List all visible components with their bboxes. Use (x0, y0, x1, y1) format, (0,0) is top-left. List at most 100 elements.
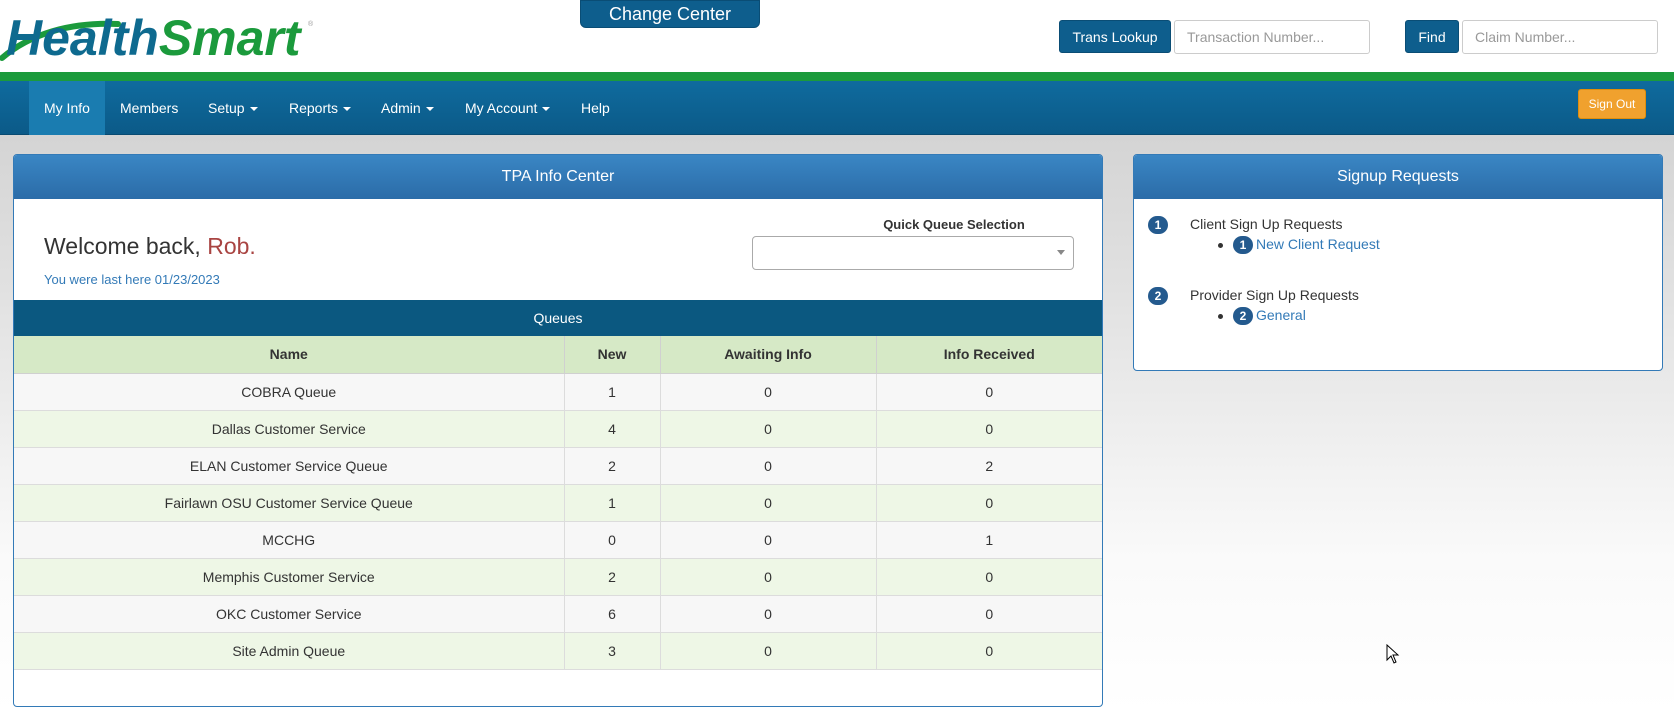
queue-awaiting-count: 0 (659, 594, 877, 633)
list-item[interactable]: 1 New Client Request (1218, 236, 1380, 254)
queue-name: Memphis Customer Service (14, 557, 565, 596)
count-badge: 2 (1233, 307, 1253, 325)
find-button[interactable]: Find (1405, 20, 1459, 53)
table-row[interactable]: MCCHG 0 0 1 (14, 520, 1102, 559)
bullet-icon (1218, 242, 1223, 248)
queue-awaiting-count: 0 (659, 372, 877, 411)
trans-lookup-button[interactable]: Trans Lookup (1059, 20, 1171, 53)
queues-table: Name New Awaiting Info Info Received COB… (14, 336, 1102, 670)
queue-awaiting-count: 0 (659, 409, 877, 448)
queue-name: OKC Customer Service (14, 594, 565, 633)
dropdown-arrow-icon (1057, 250, 1065, 255)
count-badge: 1 (1148, 216, 1168, 234)
table-row[interactable]: Memphis Customer Service 2 0 0 (14, 557, 1102, 596)
chevron-down-icon (343, 107, 352, 112)
queue-name: Site Admin Queue (14, 631, 565, 670)
queue-new-count: 4 (563, 409, 661, 448)
quick-queue-label: Quick Queue Selection (883, 217, 1025, 232)
table-row[interactable]: COBRA Queue 1 0 0 (14, 372, 1102, 411)
queue-name: ELAN Customer Service Queue (14, 446, 565, 485)
table-row[interactable]: Fairlawn OSU Customer Service Queue 1 0 … (14, 483, 1102, 522)
queue-awaiting-count: 0 (659, 483, 877, 522)
count-badge: 2 (1148, 287, 1168, 305)
brand-stripe (0, 72, 1674, 81)
last-visit-text: You were last here 01/23/2023 (44, 272, 220, 287)
nav-setup-label: Setup (208, 100, 245, 116)
queue-received-count: 1 (875, 520, 1102, 559)
svg-text:®: ® (308, 20, 314, 28)
queue-awaiting-count: 0 (659, 631, 877, 670)
group-label: Client Sign Up Requests (1190, 216, 1343, 232)
bullet-icon (1218, 313, 1223, 319)
column-header-info-received: Info Received (875, 336, 1102, 374)
queue-received-count: 0 (875, 631, 1102, 670)
nav-members-label: Members (120, 100, 179, 116)
queue-awaiting-count: 0 (659, 520, 877, 559)
transaction-number-input[interactable] (1174, 20, 1370, 54)
column-header-new: New (563, 336, 661, 374)
queue-new-count: 6 (563, 594, 661, 633)
list-item[interactable]: 2 General (1218, 307, 1306, 325)
table-row[interactable]: Site Admin Queue 3 0 0 (14, 631, 1102, 670)
signup-requests-panel: Signup Requests 1 Client Sign Up Request… (1133, 154, 1663, 371)
nav-admin[interactable]: Admin (366, 81, 449, 135)
nav-my-info[interactable]: My Info (29, 81, 105, 135)
sign-out-button[interactable]: Sign Out (1578, 89, 1646, 119)
queue-awaiting-count: 0 (659, 446, 877, 485)
user-name: Rob. (207, 233, 256, 259)
queue-awaiting-count: 0 (659, 557, 877, 596)
queue-name: MCCHG (14, 520, 565, 559)
panel-title: Signup Requests (1134, 155, 1662, 199)
client-signup-group: 1 Client Sign Up Requests 1 New Client Re… (1148, 216, 1380, 254)
queue-received-count: 0 (875, 557, 1102, 596)
svg-text:HealthSmart: HealthSmart (6, 10, 303, 64)
provider-signup-group: 2 Provider Sign Up Requests 2 General (1148, 287, 1359, 325)
nav-my-account-label: My Account (465, 100, 538, 116)
panel-title: TPA Info Center (14, 155, 1102, 199)
queue-name: COBRA Queue (14, 372, 565, 411)
claim-number-input[interactable] (1462, 20, 1658, 54)
nav-my-account[interactable]: My Account (450, 81, 565, 135)
group-label: Provider Sign Up Requests (1190, 287, 1359, 303)
queue-new-count: 3 (563, 631, 661, 670)
table-row[interactable]: Dallas Customer Service 4 0 0 (14, 409, 1102, 448)
chevron-down-icon (249, 107, 258, 112)
nav-reports-label: Reports (289, 100, 339, 116)
welcome-prefix: Welcome back, (44, 233, 201, 259)
welcome-message: Welcome back, Rob. (44, 233, 256, 260)
column-header-name: Name (14, 336, 565, 374)
nav-my-info-label: My Info (44, 100, 90, 116)
queue-new-count: 1 (563, 483, 661, 522)
change-center-button[interactable]: Change Center (580, 0, 760, 28)
nav-help[interactable]: Help (566, 81, 625, 135)
queue-received-count: 0 (875, 372, 1102, 411)
nav-setup[interactable]: Setup (193, 81, 273, 135)
queue-received-count: 0 (875, 594, 1102, 633)
queue-new-count: 1 (563, 372, 661, 411)
quick-queue-select[interactable] (752, 236, 1074, 270)
queue-name: Fairlawn OSU Customer Service Queue (14, 483, 565, 522)
queue-received-count: 0 (875, 483, 1102, 522)
table-row[interactable]: ELAN Customer Service Queue 2 0 2 (14, 446, 1102, 485)
main-navbar: My Info Members Setup Reports Admin My A… (0, 81, 1674, 135)
chevron-down-icon (542, 107, 551, 112)
nav-reports[interactable]: Reports (274, 81, 366, 135)
column-header-awaiting-info: Awaiting Info (659, 336, 877, 374)
queue-name: Dallas Customer Service (14, 409, 565, 448)
table-header-row: Name New Awaiting Info Info Received (14, 336, 1102, 374)
queue-new-count: 2 (563, 446, 661, 485)
new-client-request-link[interactable]: New Client Request (1256, 236, 1380, 252)
mouse-cursor-icon (1386, 644, 1400, 664)
queue-new-count: 2 (563, 557, 661, 596)
queue-received-count: 2 (875, 446, 1102, 485)
healthsmart-logo[interactable]: HealthSmart ® (0, 8, 320, 64)
chevron-down-icon (425, 107, 434, 112)
queues-header: Queues (14, 300, 1102, 336)
count-badge: 1 (1233, 236, 1253, 254)
nav-members[interactable]: Members (105, 81, 193, 135)
top-header: HealthSmart ® Change Center Trans Lookup… (0, 0, 1674, 72)
general-link[interactable]: General (1256, 307, 1306, 323)
table-row[interactable]: OKC Customer Service 6 0 0 (14, 594, 1102, 633)
tpa-info-center-panel: TPA Info Center Welcome back, Rob. You w… (13, 154, 1103, 707)
queue-received-count: 0 (875, 409, 1102, 448)
